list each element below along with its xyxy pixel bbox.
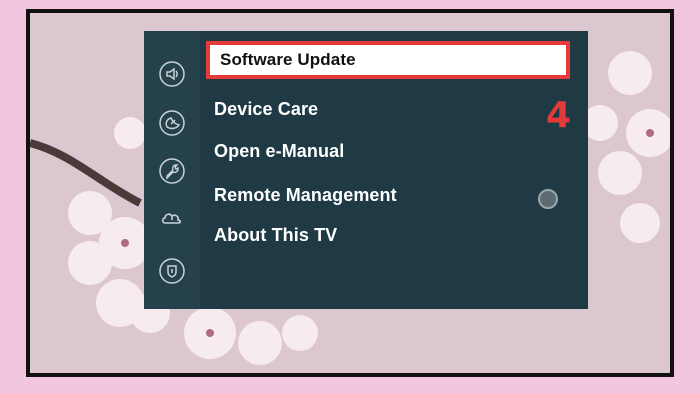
settings-menu-panel: Software Update Device Care Open e-Manua… — [144, 31, 588, 309]
step-number-annotation: 4 — [546, 95, 572, 136]
tv-screen-frame: Software Update Device Care Open e-Manua… — [26, 9, 674, 377]
menu-item-device-care[interactable]: Device Care — [214, 99, 318, 120]
menu-item-remote-management[interactable]: Remote Management — [214, 185, 397, 206]
sound-icon[interactable] — [158, 60, 186, 88]
cloud-support-icon[interactable] — [158, 205, 186, 233]
menu-item-open-e-manual[interactable]: Open e-Manual — [214, 141, 344, 162]
settings-icon-rail — [144, 31, 200, 309]
remote-management-toggle[interactable] — [538, 189, 558, 209]
wrench-icon[interactable] — [158, 157, 186, 185]
menu-item-software-update[interactable]: Software Update — [206, 41, 570, 79]
shield-icon[interactable] — [158, 257, 186, 285]
menu-item-about-this-tv[interactable]: About This TV — [214, 225, 337, 246]
satellite-dish-icon[interactable] — [158, 109, 186, 137]
